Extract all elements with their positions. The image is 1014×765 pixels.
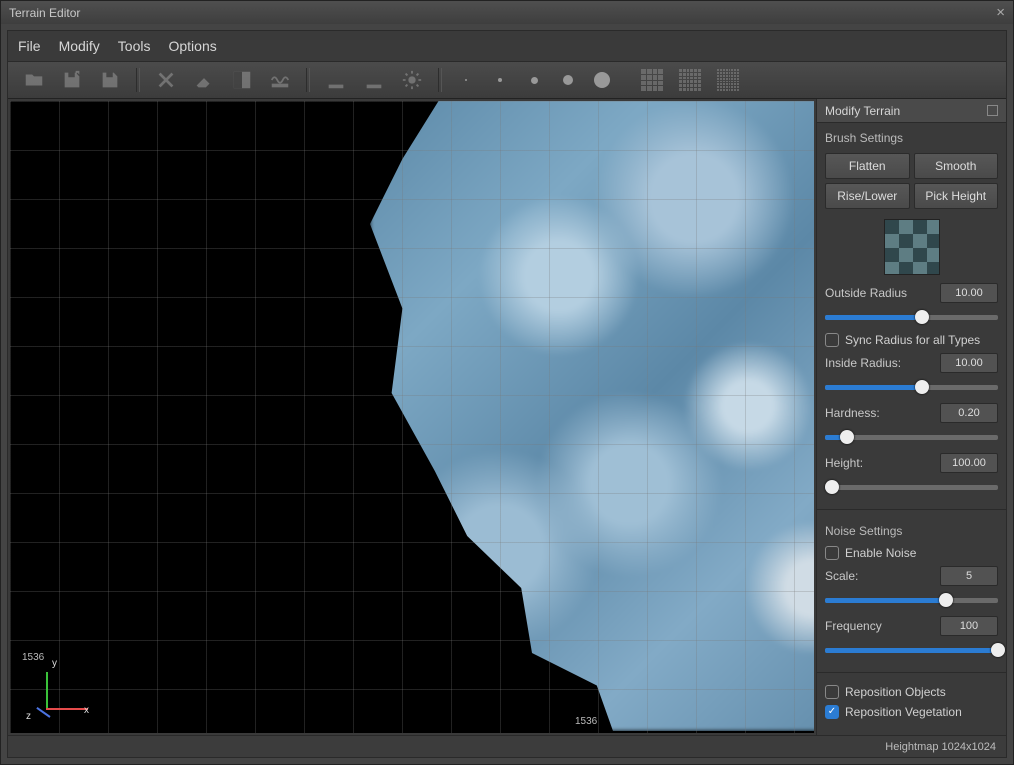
brush-size-xs[interactable]: [452, 79, 480, 81]
outside-radius-value[interactable]: 10.00: [940, 283, 998, 303]
import-alt-icon[interactable]: [358, 66, 390, 94]
inside-radius-label: Inside Radius:: [825, 356, 934, 370]
reposition-vegetation-label: Reposition Vegetation: [845, 705, 962, 719]
rise-lower-button[interactable]: Rise/Lower: [825, 183, 910, 209]
panel-popout-icon[interactable]: [987, 105, 998, 116]
statusbar: Heightmap 1024x1024: [8, 735, 1006, 757]
hardness-slider[interactable]: [825, 429, 998, 445]
flatten-button[interactable]: Flatten: [825, 153, 910, 179]
height-value[interactable]: 100.00: [940, 453, 998, 473]
menubar: File Modify Tools Options: [8, 31, 1006, 61]
grid-coarse-icon[interactable]: [636, 66, 668, 94]
close-icon[interactable]: ×: [996, 4, 1005, 21]
terrain-viewport[interactable]: 1536 1536 y x z: [10, 101, 814, 733]
axis-x-label: x: [84, 705, 89, 716]
frequency-value[interactable]: 100: [940, 616, 998, 636]
save-up-icon[interactable]: [94, 66, 126, 94]
brush-size-m[interactable]: [520, 77, 548, 84]
grid-fine-icon[interactable]: [712, 66, 744, 94]
terrain-heightmap: [370, 101, 814, 731]
pick-height-button[interactable]: Pick Height: [914, 183, 999, 209]
terrain-editor-window: Terrain Editor × File Modify Tools Optio…: [0, 0, 1014, 765]
height-label: Height:: [825, 456, 934, 470]
coord-bottom: 1536: [575, 716, 597, 727]
scale-slider[interactable]: [825, 592, 998, 608]
brush-texture-preview[interactable]: [884, 219, 940, 275]
reposition-vegetation-checkbox[interactable]: Reposition Vegetation: [825, 705, 998, 719]
smooth-button[interactable]: Smooth: [914, 153, 999, 179]
inside-radius-value[interactable]: 10.00: [940, 353, 998, 373]
menu-tools[interactable]: Tools: [118, 38, 151, 54]
delete-icon[interactable]: [150, 66, 182, 94]
outside-radius-slider[interactable]: [825, 309, 998, 325]
sun-icon[interactable]: [396, 66, 428, 94]
brush-size-l[interactable]: [554, 75, 582, 85]
enable-noise-label: Enable Noise: [845, 546, 916, 560]
sync-radius-label: Sync Radius for all Types: [845, 333, 980, 347]
height-slider[interactable]: [825, 479, 998, 495]
scale-value[interactable]: 5: [940, 566, 998, 586]
noise-settings-label: Noise Settings: [825, 524, 998, 538]
reposition-objects-checkbox[interactable]: Reposition Objects: [825, 685, 998, 699]
contrast-icon[interactable]: [226, 66, 258, 94]
menu-file[interactable]: File: [18, 38, 41, 54]
panel-title: Modify Terrain: [825, 104, 900, 118]
noise-icon[interactable]: [264, 66, 296, 94]
grid-med-icon[interactable]: [674, 66, 706, 94]
modify-terrain-panel: Modify Terrain Brush Settings Flatten Sm…: [816, 99, 1006, 735]
hardness-label: Hardness:: [825, 406, 934, 420]
brush-size-xl[interactable]: [588, 72, 616, 88]
enable-noise-checkbox[interactable]: Enable Noise: [825, 546, 998, 560]
menu-modify[interactable]: Modify: [59, 38, 100, 54]
toolbar: [8, 61, 1006, 99]
inside-radius-slider[interactable]: [825, 379, 998, 395]
hardness-value[interactable]: 0.20: [940, 403, 998, 423]
erase-icon[interactable]: [188, 66, 220, 94]
scale-label: Scale:: [825, 569, 934, 583]
sync-radius-checkbox[interactable]: Sync Radius for all Types: [825, 333, 998, 347]
menu-options[interactable]: Options: [168, 38, 216, 54]
brush-settings-label: Brush Settings: [825, 131, 998, 145]
frequency-label: Frequency: [825, 619, 934, 633]
axis-z-label: z: [26, 711, 31, 722]
axis-y-label: y: [52, 658, 57, 669]
open-icon[interactable]: [18, 66, 50, 94]
outside-radius-label: Outside Radius: [825, 286, 934, 300]
frequency-slider[interactable]: [825, 642, 998, 658]
save-down-icon[interactable]: [56, 66, 88, 94]
window-title: Terrain Editor: [9, 6, 80, 20]
heightmap-status: Heightmap 1024x1024: [885, 741, 996, 753]
brush-size-s[interactable]: [486, 78, 514, 82]
titlebar[interactable]: Terrain Editor ×: [1, 1, 1013, 24]
axis-gizmo: y x z: [26, 662, 82, 718]
import-icon[interactable]: [320, 66, 352, 94]
reposition-objects-label: Reposition Objects: [845, 685, 946, 699]
